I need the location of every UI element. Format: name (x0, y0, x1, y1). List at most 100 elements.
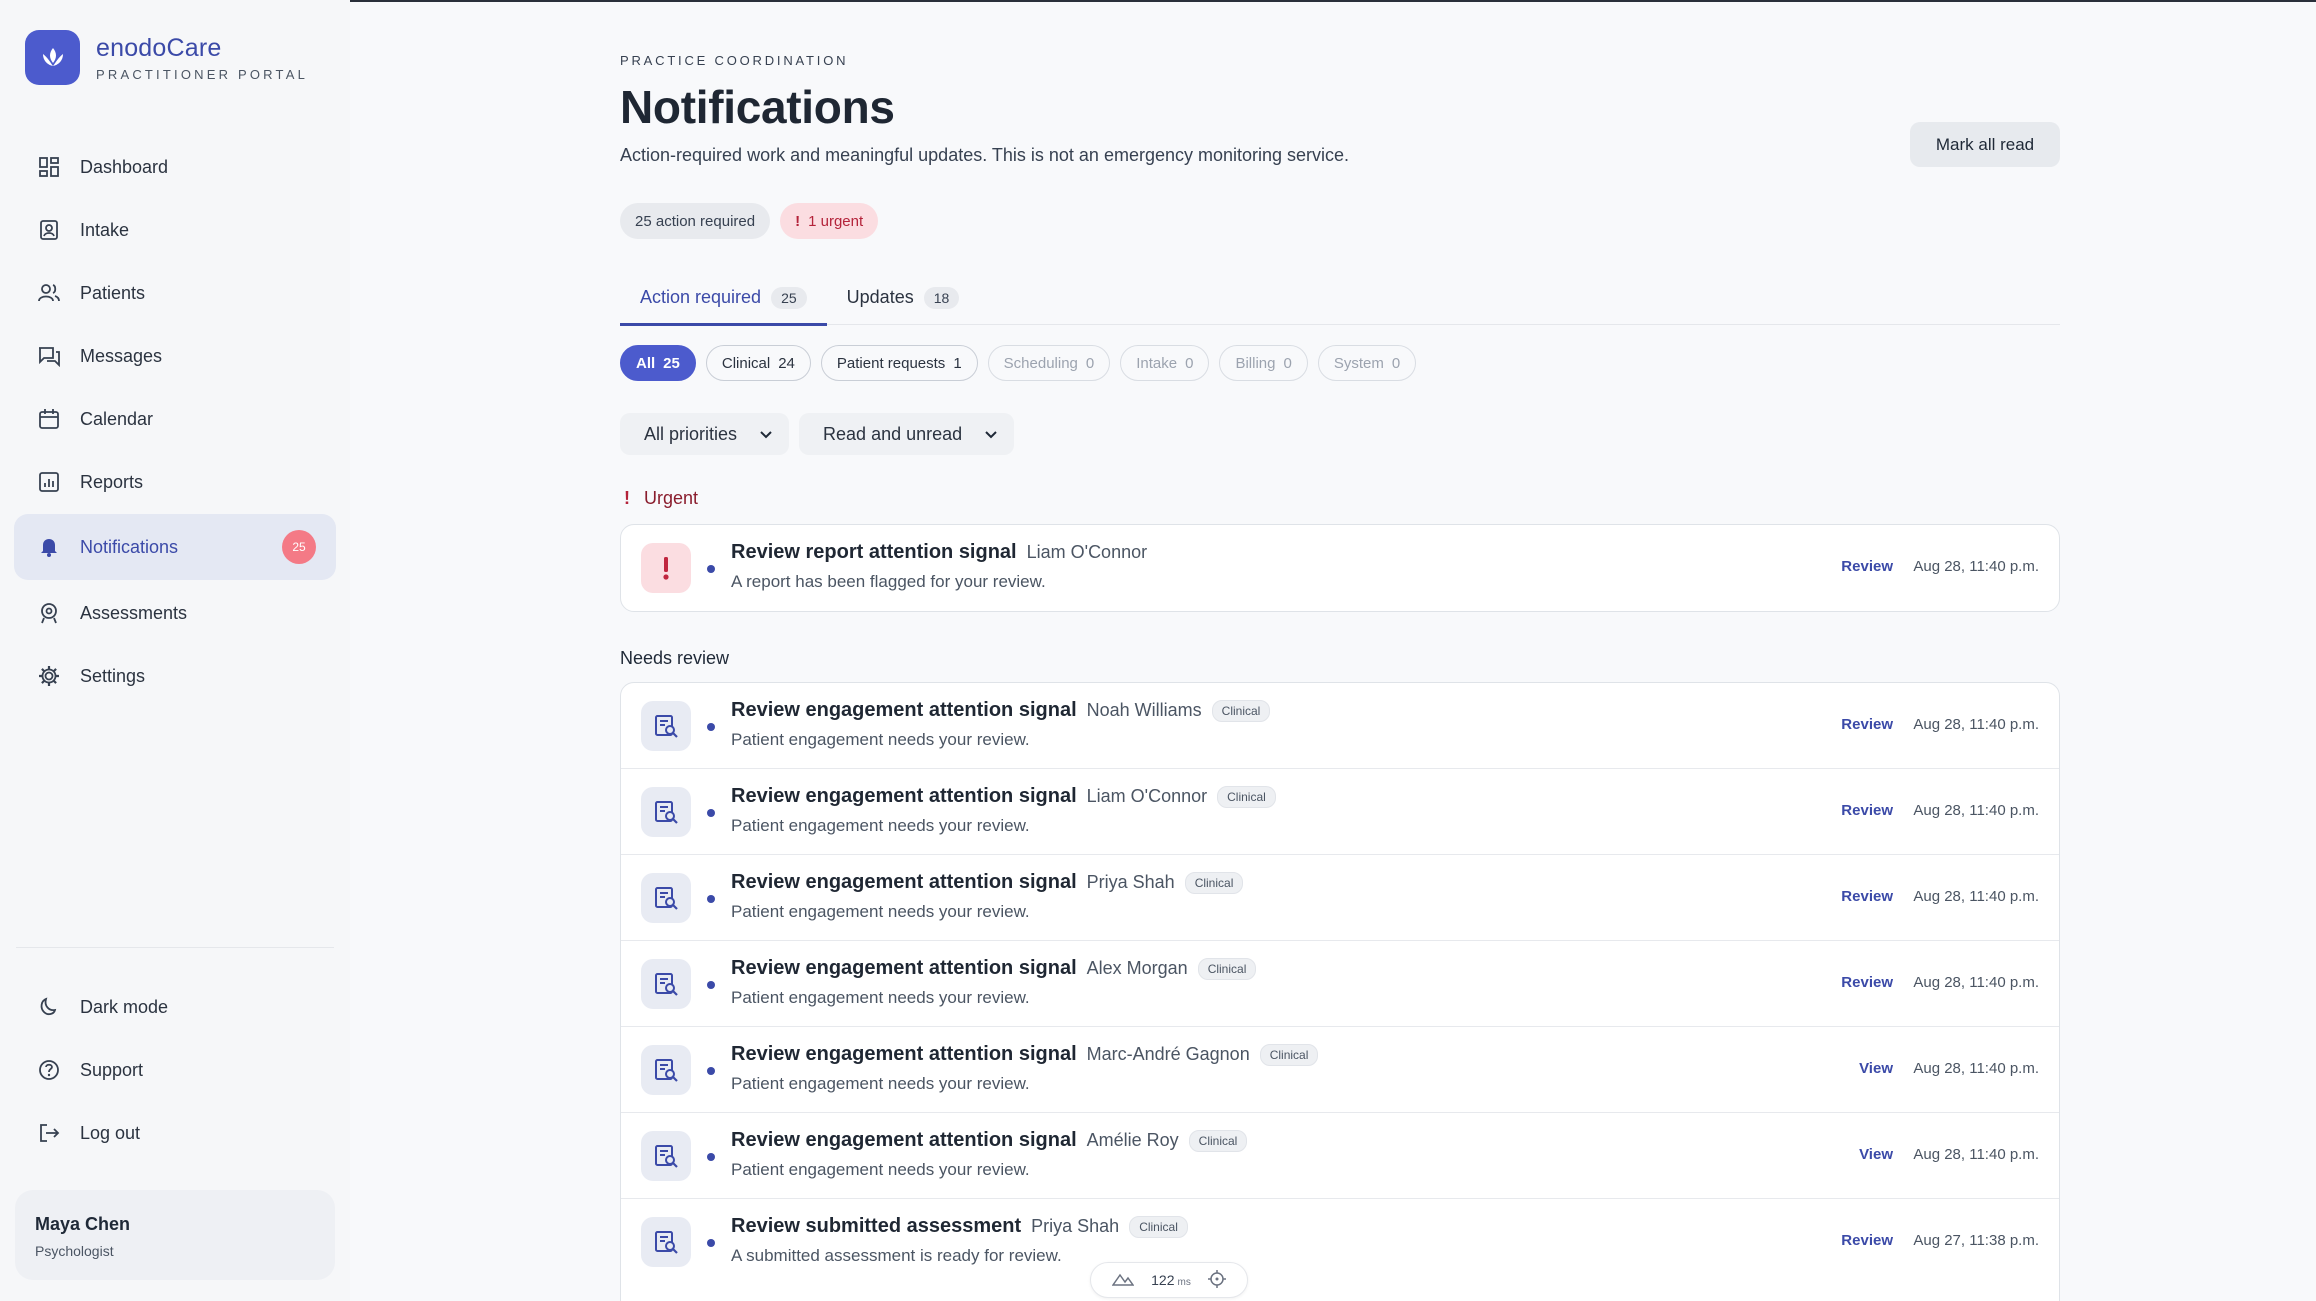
patient-name[interactable]: Marc-André Gagnon (1087, 1044, 1250, 1065)
notification-row[interactable]: Review engagement attention signal Priya… (621, 855, 2059, 941)
patient-name[interactable]: Priya Shah (1031, 1216, 1119, 1237)
sidebar-item-intake[interactable]: Intake (14, 198, 336, 262)
chip-label: System (1333, 354, 1384, 372)
sidebar-item-label: Support (80, 1059, 144, 1080)
review-link[interactable]: Review (1841, 802, 1893, 819)
notification-timestamp: Aug 28, 11:40 p.m. (1913, 974, 2039, 991)
notification-title-line: Review report attention signal Liam O'Co… (731, 541, 1147, 564)
patient-name[interactable]: Liam O'Connor (1027, 542, 1148, 563)
notification-row[interactable]: Review submitted assessment Priya Shah C… (621, 1199, 2059, 1285)
notification-timestamp: Aug 28, 11:40 p.m. (1913, 1146, 2039, 1163)
filter-chip-patient-requests[interactable]: Patient requests 1 (820, 345, 978, 381)
priority-select[interactable]: All priorities (620, 413, 790, 455)
bottom-nav: Dark mode Support Log out (14, 975, 336, 1164)
sidebar-item-label: Notifications (80, 536, 179, 557)
sidebar-item-log-out[interactable]: Log out (14, 1101, 336, 1165)
sidebar-item-dashboard[interactable]: Dashboard (14, 135, 336, 199)
notification-description: A submitted assessment is ready for revi… (731, 1246, 1062, 1265)
filter-chip-system[interactable]: System 0 (1317, 345, 1417, 381)
document-search-icon (641, 701, 691, 751)
notification-row[interactable]: Review engagement attention signal Alex … (621, 941, 2059, 1027)
moon-icon (36, 994, 62, 1020)
patient-name[interactable]: Alex Morgan (1087, 958, 1188, 979)
notification-title-line: Review engagement attention signal Noah … (731, 699, 1271, 722)
notification-row[interactable]: Review engagement attention signal Liam … (621, 769, 2059, 855)
notification-title-line: Review engagement attention signal Marc-… (731, 1043, 1319, 1066)
sidebar-item-dark-mode[interactable]: Dark mode (14, 975, 336, 1039)
unread-dot (707, 565, 715, 573)
review-link[interactable]: Review (1841, 974, 1893, 991)
patient-name[interactable]: Liam O'Connor (1087, 786, 1208, 807)
exclamation-icon: ! (795, 212, 801, 230)
category-tag: Clinical (1184, 871, 1244, 894)
sidebar-item-label: Settings (80, 665, 146, 686)
patient-name[interactable]: Amélie Roy (1087, 1130, 1179, 1151)
priority-select-value: All priorities (644, 423, 738, 444)
filter-chip-billing[interactable]: Billing 0 (1219, 345, 1308, 381)
filter-chip-clinical[interactable]: Clinical 24 (705, 345, 811, 381)
mark-all-read-button[interactable]: Mark all read (1910, 122, 2060, 167)
notification-title-line: Review engagement attention signal Améli… (731, 1129, 1248, 1152)
read-state-select-value: Read and unread (823, 423, 963, 444)
needs-review-section-label: Needs review (620, 648, 730, 668)
sidebar-item-support[interactable]: Support (14, 1038, 336, 1102)
document-search-icon (641, 1131, 691, 1181)
notification-row[interactable]: Review engagement attention signal Marc-… (621, 1027, 2059, 1113)
notification-row[interactable]: Review engagement attention signal Noah … (621, 683, 2059, 769)
read-state-select[interactable]: Read and unread (799, 413, 1015, 455)
tab-count-badge: 18 (923, 286, 960, 309)
chip-label: Intake (1136, 354, 1178, 372)
review-link[interactable]: Review (1841, 1232, 1893, 1249)
tab-updates[interactable]: Updates 18 (827, 270, 980, 325)
tab-action-required[interactable]: Action required 25 (620, 270, 827, 326)
patient-name[interactable]: Noah Williams (1087, 700, 1202, 721)
review-link[interactable]: Review (1841, 888, 1893, 905)
sidebar-item-assessments[interactable]: Assessments (14, 581, 336, 645)
notification-description: Patient engagement needs your review. (731, 988, 1030, 1007)
sidebar-item-settings[interactable]: Settings (14, 644, 336, 708)
performance-indicator[interactable]: 122 ms (1090, 1262, 1248, 1298)
unread-dot (707, 1239, 715, 1247)
filter-chip-intake[interactable]: Intake 0 (1120, 345, 1210, 381)
sidebar-item-patients[interactable]: Patients (14, 261, 336, 325)
notification-title: Review engagement attention signal (731, 1043, 1077, 1065)
sidebar-item-notifications[interactable]: Notifications 25 (14, 514, 336, 580)
user-card[interactable]: Maya Chen Psychologist (15, 1190, 335, 1280)
chip-count: 24 (778, 354, 795, 372)
notification-timestamp: Aug 28, 11:40 p.m. (1913, 802, 2039, 819)
sidebar-item-calendar[interactable]: Calendar (14, 387, 336, 451)
review-link[interactable]: Review (1841, 716, 1893, 733)
chip-count: 0 (1085, 354, 1095, 372)
sidebar-item-label: Messages (80, 345, 163, 366)
notification-timestamp: Aug 28, 11:40 p.m. (1913, 716, 2039, 733)
document-search-icon (641, 959, 691, 1009)
sidebar-item-label: Log out (80, 1122, 141, 1143)
chip-label: All (636, 354, 656, 372)
sidebar-item-reports[interactable]: Reports (14, 450, 336, 514)
main-nav: Dashboard Intake Patients Messages Calen… (14, 135, 336, 707)
notification-description: A report has been flagged for your revie… (731, 572, 1046, 591)
assessments-icon (36, 600, 62, 626)
action-required-pill: 25 action required (620, 203, 771, 239)
review-link[interactable]: Review (1841, 558, 1893, 575)
chip-count: 0 (1185, 354, 1194, 372)
brand[interactable]: enodoCare PRACTITIONER PORTAL (25, 30, 308, 85)
sidebar-item-messages[interactable]: Messages (14, 324, 336, 388)
view-link[interactable]: View (1859, 1060, 1893, 1077)
notification-row[interactable]: Review engagement attention signal Améli… (621, 1113, 2059, 1199)
unread-dot (707, 1067, 715, 1075)
patient-name[interactable]: Priya Shah (1087, 872, 1175, 893)
alert-icon (641, 543, 691, 593)
unread-dot (707, 1153, 715, 1161)
page-title: Notifications (620, 81, 895, 133)
sidebar-item-label: Calendar (80, 408, 154, 429)
notification-title: Review engagement attention signal (731, 699, 1077, 721)
filter-chip-all[interactable]: All 25 (620, 345, 696, 381)
notification-title-line: Review engagement attention signal Alex … (731, 957, 1257, 980)
notification-title-line: Review engagement attention signal Liam … (731, 785, 1276, 808)
notification-row[interactable]: Review report attention signal Liam O'Co… (621, 525, 2059, 611)
filter-chip-scheduling[interactable]: Scheduling 0 (987, 345, 1111, 381)
notification-description: Patient engagement needs your review. (731, 816, 1030, 835)
view-link[interactable]: View (1859, 1146, 1893, 1163)
category-filters: All 25 Clinical 24 Patient requests 1 Sc… (620, 345, 1417, 381)
